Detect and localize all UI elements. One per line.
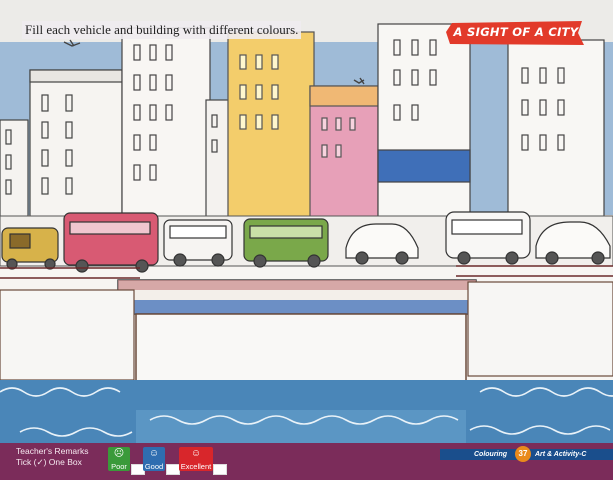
vehicle-car-white <box>345 223 419 265</box>
bridge-pillar-left <box>0 289 135 381</box>
building-7 <box>377 23 471 221</box>
building-6-pink <box>309 85 379 221</box>
vehicle-bus-red <box>63 212 159 273</box>
building-8 <box>507 39 605 221</box>
bridge-pillar-right <box>467 281 613 377</box>
teacher-remarks: Teacher's Remarks Tick (✓) One Box <box>16 446 88 468</box>
bridge-railing <box>0 265 613 279</box>
smile-face-icon: ☺ <box>148 448 160 459</box>
building-2 <box>29 69 123 221</box>
rating-excellent-checkbox[interactable] <box>213 464 227 475</box>
city-scene-illustration <box>0 0 613 452</box>
vehicle-van-white-2 <box>445 211 531 265</box>
rating-good-label: Good <box>144 462 164 471</box>
book-title: Art & Activity-C <box>535 451 587 458</box>
vehicle-bus-green <box>243 218 329 268</box>
building-3 <box>121 27 211 221</box>
worksheet-page: Fill each vehicle and building with diff… <box>0 0 613 480</box>
vehicle-van-white <box>163 219 233 267</box>
remarks-title: Teacher's Remarks <box>16 446 89 456</box>
page-number-badge: 37 <box>515 446 531 462</box>
section-label: Colouring <box>474 451 508 458</box>
remarks-instruction: Tick (✓) One Box <box>16 457 82 467</box>
happy-face-icon: ☺ <box>190 448 202 459</box>
sad-face-icon: ☹ <box>113 448 125 459</box>
building-5-yellow <box>227 31 315 221</box>
rating-excellent-label: Excellent <box>180 462 212 471</box>
rating-poor-label: Poor <box>111 462 127 471</box>
title-banner-text: A SIGHT OF A CITY <box>453 25 579 39</box>
instruction-text: Fill each vehicle and building with diff… <box>22 21 302 39</box>
building-1 <box>0 119 29 221</box>
